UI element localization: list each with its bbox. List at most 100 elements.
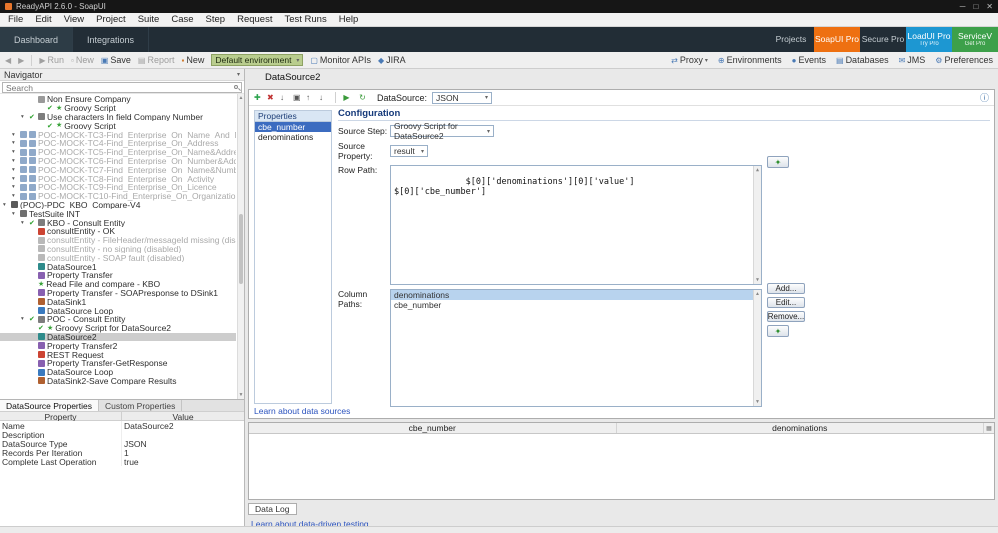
maximize-button[interactable]: □	[973, 2, 978, 11]
tree-item[interactable]: ▾POC-MOCK-TC5-Find_Enterprise_On_Name&Ad…	[0, 148, 236, 157]
tree-item[interactable]: Property Transfer - SOAPresponse to DSin…	[0, 289, 236, 298]
tree-item[interactable]: Property Transfer-GetResponse	[0, 359, 236, 368]
navigator-menu-button[interactable]: ▾	[237, 71, 240, 78]
remove-button[interactable]: Remove...	[767, 311, 805, 322]
tree-item[interactable]: consultEntity - FileHeader/messageId mis…	[0, 236, 236, 245]
tree-item[interactable]: ▾(POC)-PDC_KBO_Compare-V4	[0, 201, 236, 210]
tree-item[interactable]: consultEntity - no signing (disabled)	[0, 245, 236, 254]
save-button[interactable]: ▣Save	[101, 55, 131, 65]
source-property-select[interactable]: result ▾	[390, 145, 428, 157]
menu-test-runs[interactable]: Test Runs	[278, 14, 332, 25]
monitor-apis-button[interactable]: ▢Monitor APIs	[310, 55, 371, 65]
datasource-property-cbe-number[interactable]: cbe_number	[255, 122, 331, 132]
tree-item[interactable]: ★Read File and compare - KBO	[0, 280, 236, 289]
learn-data-sources-link[interactable]: Learn about data sources	[254, 406, 350, 416]
search-input[interactable]	[2, 82, 242, 93]
run-icon[interactable]: ▶	[341, 93, 352, 102]
tab-custom-properties[interactable]: Custom Properties	[99, 400, 182, 411]
expander-icon[interactable]: ▾	[12, 193, 18, 199]
property-value[interactable]: DataSource2	[122, 421, 244, 431]
back-button[interactable]: ◀	[5, 56, 11, 65]
tree-item[interactable]: ▾TestSuite INT	[0, 209, 236, 218]
row-path-input[interactable]: $[0]['denominations'][0]['value'] $[0]['…	[390, 165, 762, 285]
tree-item[interactable]: ▾POC-MOCK-TC4-Find_Enterprise_On_Address	[0, 139, 236, 148]
navigator-scrollbar[interactable]: ▲ ▼	[237, 94, 244, 399]
ribbon-tab-integrations[interactable]: Integrations	[73, 27, 149, 52]
tree-item[interactable]: DataSource Loop	[0, 306, 236, 315]
expander-icon[interactable]: ▾	[12, 132, 18, 138]
column-paths-scrollbar[interactable]: ▲ ▼	[753, 290, 761, 406]
jira-button[interactable]: ◆JIRA	[378, 55, 406, 65]
report-button[interactable]: ▤Report	[138, 55, 175, 65]
menu-view[interactable]: View	[58, 14, 90, 25]
tree-item[interactable]: DataSource2	[0, 333, 236, 342]
tree-item[interactable]: ▾POC-MOCK-TC3-Find_Enterprise_On_Name_An…	[0, 130, 236, 139]
column-path-denominations[interactable]: denominations	[391, 290, 753, 300]
move-down-icon[interactable]: ↓	[319, 93, 330, 102]
edit-button[interactable]: Edit...	[767, 297, 805, 308]
ribbon-tab-dashboard[interactable]: Dashboard	[0, 27, 73, 52]
tree-item[interactable]: ▾✔KBO - Consult Entity	[0, 218, 236, 227]
ribbon-tab-loadui-pro[interactable]: LoadUI ProTry Pro	[906, 27, 952, 52]
tree-item[interactable]: ✔★Groovy Script	[0, 121, 236, 130]
tree-item[interactable]: Property Transfer	[0, 271, 236, 280]
expander-icon[interactable]: ▾	[12, 184, 18, 190]
remove-icon[interactable]: ✖	[267, 93, 278, 102]
tree-item[interactable]: consultEntity - SOAP fault (disabled)	[0, 253, 236, 262]
tree-item[interactable]: ▾POC-MOCK-TC7-Find_Enterprise_On_Name&Nu…	[0, 165, 236, 174]
row-path-scrollbar[interactable]: ▲ ▼	[753, 166, 761, 284]
expander-icon[interactable]: ▾	[12, 167, 18, 173]
column-path-cbe-number[interactable]: cbe_number	[391, 300, 753, 310]
forward-button[interactable]: ▶	[18, 56, 24, 65]
tree-item[interactable]: DataSink1	[0, 297, 236, 306]
new-button[interactable]: ▫New	[71, 55, 94, 65]
scrollbar-thumb[interactable]	[239, 214, 243, 284]
close-button[interactable]: ✕	[986, 2, 993, 11]
export-icon[interactable]: ↓	[280, 93, 291, 102]
source-step-select[interactable]: Groovy Script for DataSource2 ▾	[390, 125, 494, 137]
add-icon[interactable]: ✚	[254, 93, 265, 102]
minimize-button[interactable]: ─	[960, 2, 966, 11]
tree-item[interactable]: ▾POC-MOCK-TC8-Find_Enterprise_On_Activit…	[0, 174, 236, 183]
expander-icon[interactable]: ▾	[12, 149, 18, 155]
expander-icon[interactable]: ▾	[21, 114, 27, 120]
rerun-icon[interactable]: ↻	[357, 93, 368, 102]
info-icon[interactable]: ⓘ	[980, 91, 989, 104]
ribbon-tab-servicev[interactable]: ServiceVGet Pro	[952, 27, 998, 52]
menu-suite[interactable]: Suite	[132, 14, 166, 25]
menu-file[interactable]: File	[2, 14, 29, 25]
tree-item[interactable]: REST Request	[0, 350, 236, 359]
toolbar-jms-button[interactable]: ✉JMS	[899, 55, 926, 65]
expander-icon[interactable]: ▾	[21, 220, 27, 226]
table-options-icon[interactable]: ▦	[984, 423, 994, 433]
ribbon-tab-soapui-pro[interactable]: SoapUI Pro	[814, 27, 860, 52]
expander-icon[interactable]: ▾	[12, 158, 18, 164]
property-value[interactable]: true	[122, 457, 244, 467]
toolbar-proxy-button[interactable]: ⇄Proxy▾	[671, 55, 708, 65]
tree-item[interactable]: ▾✔POC - Consult Entity	[0, 315, 236, 324]
tree-item[interactable]: ▾✔Use characters In field Company Number	[0, 113, 236, 122]
tree-item[interactable]: DataSource1	[0, 262, 236, 271]
tree-item[interactable]: consultEntity - OK	[0, 227, 236, 236]
tree-item[interactable]: DataSink2-Save Compare Results	[0, 377, 236, 386]
copy-icon[interactable]: ▣	[293, 93, 304, 102]
expander-icon[interactable]: ▾	[21, 316, 27, 322]
toolbar-events-button[interactable]: ●Events	[792, 55, 826, 65]
expander-icon[interactable]: ▾	[12, 211, 18, 217]
add-button[interactable]: Add...	[767, 283, 805, 294]
new-item-button[interactable]: ▪New	[182, 55, 205, 65]
tree-item[interactable]: Property Transfer2	[0, 341, 236, 350]
tree-item[interactable]: ▾POC-MOCK-TC9-Find_Enterprise_On_Licence	[0, 183, 236, 192]
toolbar-preferences-button[interactable]: ⚙Preferences	[935, 55, 993, 65]
tree-item[interactable]: Non Ensure Company	[0, 95, 236, 104]
tree-item[interactable]: ✔★Groovy Script	[0, 104, 236, 113]
expander-icon[interactable]: ▾	[12, 176, 18, 182]
toolbar-environments-button[interactable]: ⊕Environments	[718, 55, 782, 65]
expander-icon[interactable]: ▾	[3, 202, 9, 208]
get-data-button[interactable]: ✦	[767, 156, 789, 168]
tree-item[interactable]: ▾POC-MOCK-TC6-Find_Enterprise_On_Number&…	[0, 157, 236, 166]
datasource-property-denominations[interactable]: denominations	[255, 132, 331, 142]
menu-edit[interactable]: Edit	[29, 14, 57, 25]
datasource-type-select[interactable]: JSON ▾	[432, 92, 492, 104]
menu-step[interactable]: Step	[200, 14, 232, 25]
